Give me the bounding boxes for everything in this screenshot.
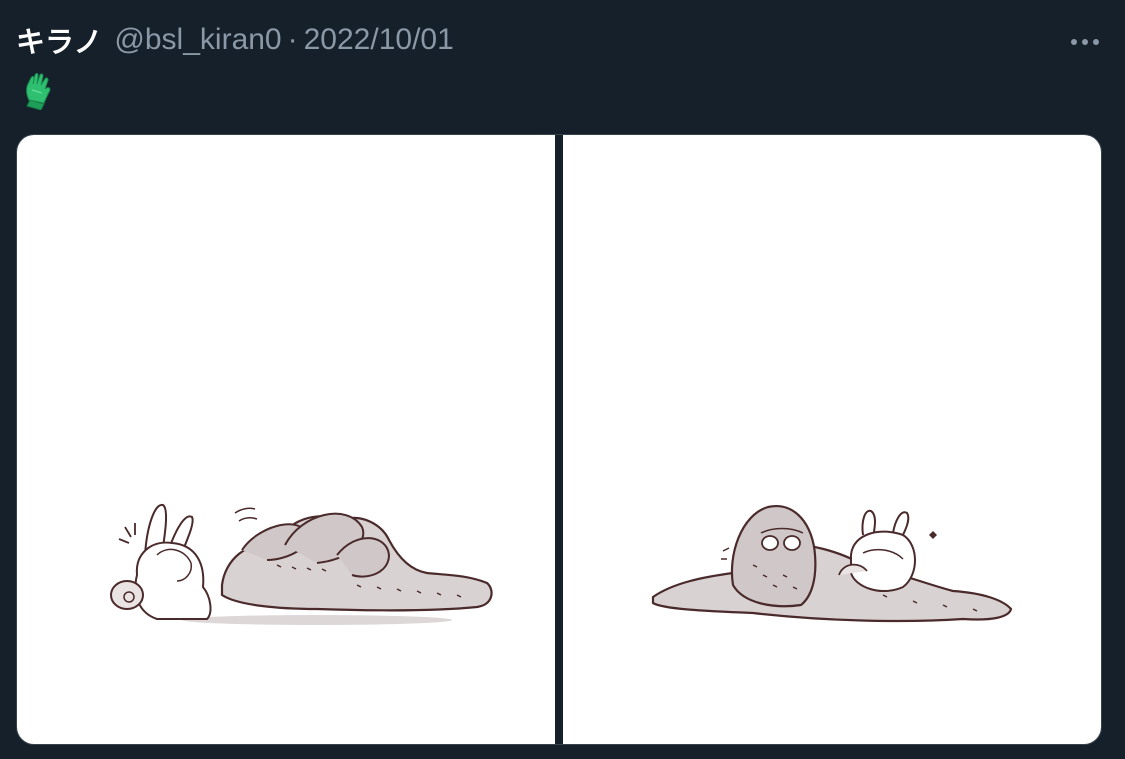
more-button[interactable]: [1062, 24, 1108, 60]
tweet: キラノ @bsl_kiran0 · 2022/10/01: [0, 0, 1125, 759]
more-horizontal-icon: [1071, 39, 1099, 45]
media-grid: [16, 134, 1102, 745]
display-name[interactable]: キラノ: [16, 19, 102, 61]
tweet-header: キラノ @bsl_kiran0 · 2022/10/01: [16, 18, 454, 62]
media-image-2[interactable]: [563, 135, 1101, 744]
timestamp[interactable]: 2022/10/01: [304, 23, 454, 57]
separator-dot: ·: [287, 23, 298, 56]
gloves-emoji: [20, 70, 54, 111]
media-image-1[interactable]: [17, 135, 555, 744]
user-handle[interactable]: @bsl_kiran0: [114, 23, 281, 57]
